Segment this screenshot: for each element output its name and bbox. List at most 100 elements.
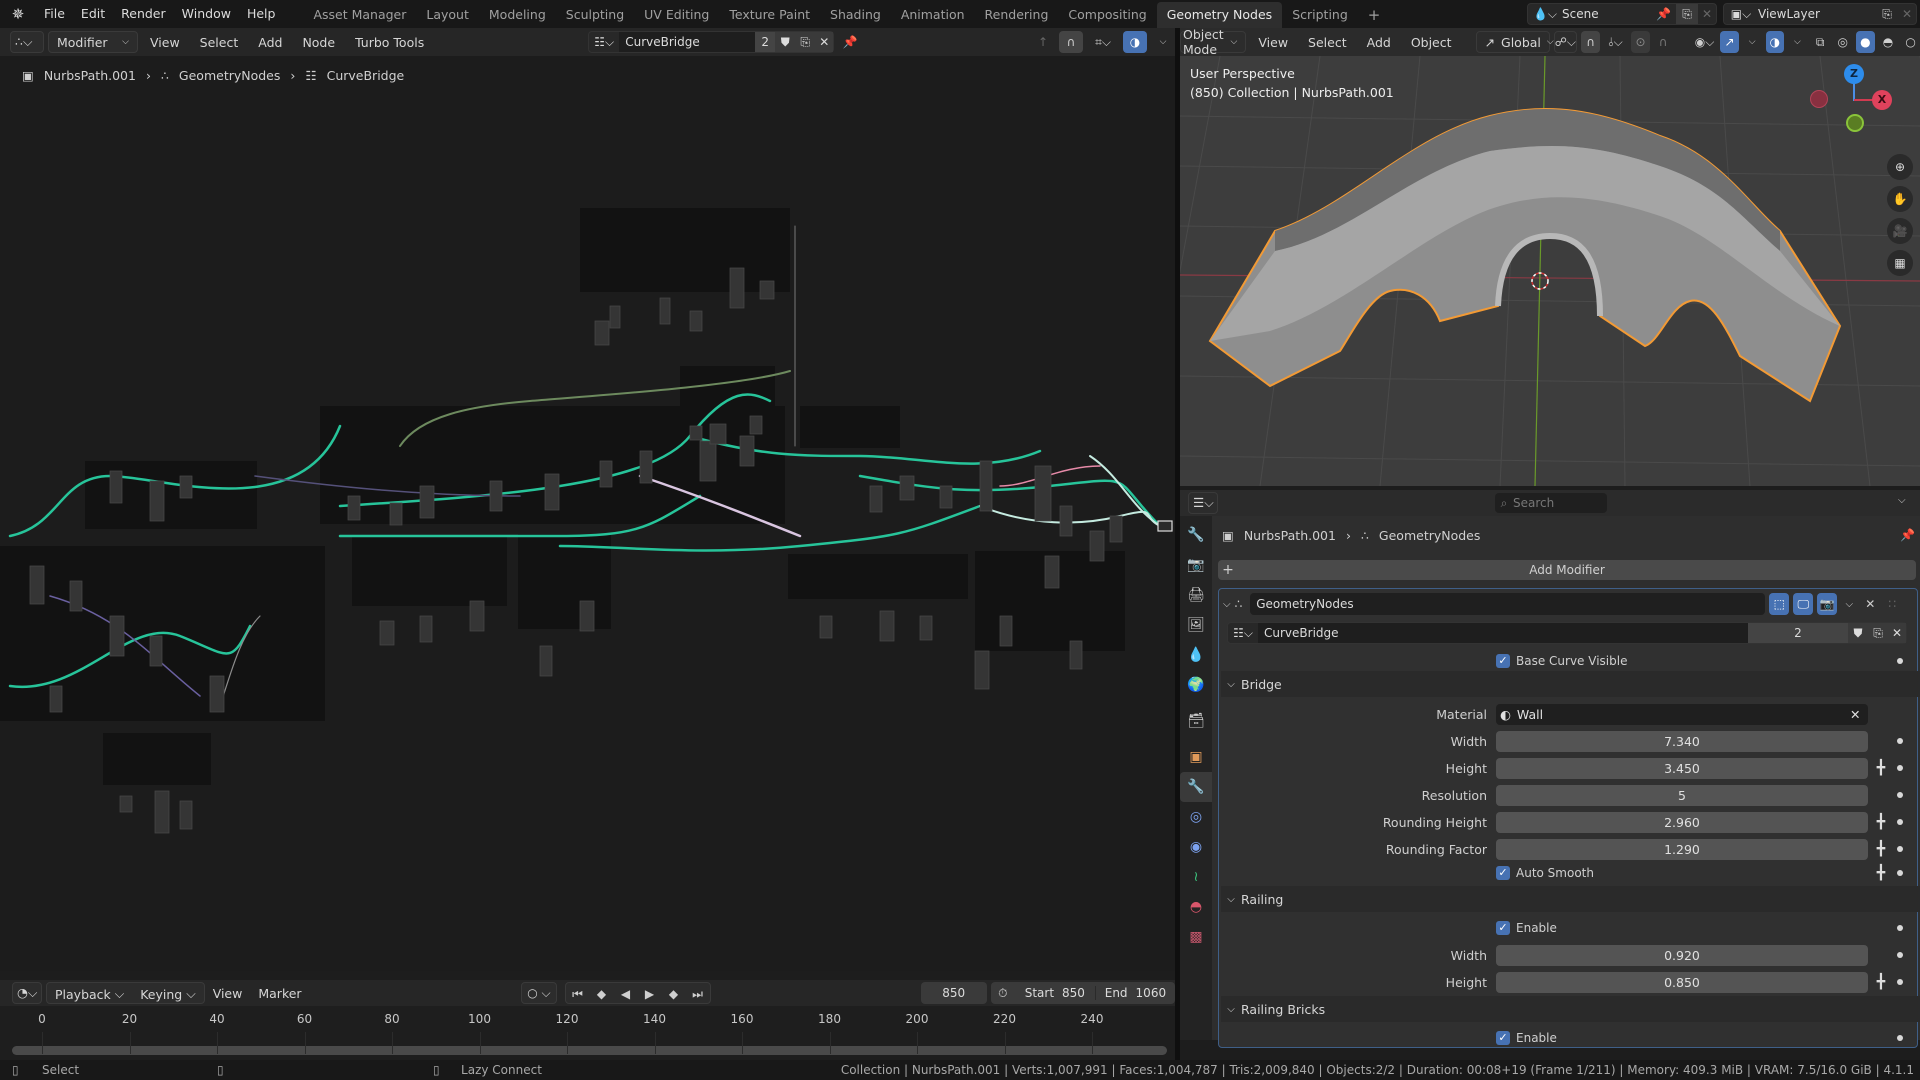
menu-help[interactable]: Help [239,0,284,28]
blender-logo-icon[interactable]: ✵ [0,5,36,23]
gizmo-toggle-icon[interactable]: ↗ [1720,31,1739,53]
gizmo-x-axis[interactable]: X [1872,90,1892,110]
base-curve-visible-checkbox[interactable]: ✓ Base Curve Visible [1496,654,1627,668]
current-frame-field[interactable]: 850 [920,982,987,1004]
menu-view[interactable]: View [142,31,188,53]
timeline-area[interactable]: 0 20 40 60 80 100 120 140 160 180 200 220 240 [0,1006,1175,1060]
add-modifier-button[interactable]: + Add Modifier [1218,560,1916,580]
workspace-tab-compositing[interactable]: Compositing [1058,2,1156,28]
keyframe-dot[interactable] [1897,819,1903,825]
pan-hand-icon[interactable]: ✋ [1887,186,1913,212]
animate-property-icon[interactable]: ╋ [1872,973,1890,991]
workspace-tab-sculpting[interactable]: Sculpting [556,2,634,28]
view-layer-tab-icon[interactable]: 🖼 [1180,610,1212,640]
collapse-chevron-icon[interactable]: ⌵ [1223,599,1231,610]
modifier-tab-icon[interactable]: 🔧 [1180,772,1212,802]
property-value-field[interactable]: 0.850 [1496,971,1868,993]
menu-select[interactable]: Select [192,31,247,53]
properties-search[interactable]: ⌕ Search [1495,493,1607,513]
keyframe-dot[interactable] [1897,658,1903,664]
keyframe-dot[interactable] [1897,925,1903,931]
animate-property-icon[interactable]: ╋ [1872,813,1890,831]
props-breadcrumb-modifier[interactable]: GeometryNodes [1379,528,1480,543]
breadcrumb-node-group[interactable]: CurveBridge [327,68,405,83]
node-frame[interactable] [580,208,790,292]
pivot-point-icon[interactable]: ☍⌵ [1553,31,1578,53]
start-frame-field[interactable]: Start 850 [1015,986,1095,1000]
gizmo-dropdown-icon[interactable]: ⌵ [1743,31,1762,53]
overlays-dropdown-icon[interactable]: ⌵ [1788,31,1807,53]
orthographic-toggle-icon[interactable]: ▦ [1887,250,1913,276]
group-output-node[interactable] [1157,520,1173,532]
clear-material-icon[interactable]: ✕ [1850,707,1868,722]
drag-handle-icon[interactable]: ∷ [1883,593,1901,615]
props-breadcrumb-object[interactable]: NurbsPath.001 [1244,528,1336,543]
unlink-icon[interactable]: ✕ [1888,623,1906,643]
snap-grid-icon[interactable]: ⌗⌵ [1087,31,1119,53]
falloff-icon[interactable]: ∩ [1654,31,1673,53]
menu-turbo-tools[interactable]: Turbo Tools [347,31,432,53]
animate-property-icon[interactable]: ╋ [1872,759,1890,777]
node-tree-icon[interactable]: ☷⌵ [1228,626,1258,641]
pin-icon[interactable]: 📌 [1900,528,1915,542]
property-value-field[interactable]: 1.290 [1496,838,1868,860]
workspace-tab-animation[interactable]: Animation [891,2,975,28]
next-keyframe-icon[interactable]: ◆ [662,983,686,1005]
snap-target-icon[interactable]: ⫰⌵ [1604,31,1627,53]
gizmo-negative-x[interactable] [1810,90,1828,108]
duplicate-icon[interactable]: ⎘ [795,32,816,52]
play-reverse-icon[interactable]: ◀ [614,983,638,1005]
collection-tab-icon[interactable]: 🗃 [1180,706,1212,736]
play-icon[interactable]: ▶ [638,983,662,1005]
shading-rendered-icon[interactable]: ○ [1901,31,1920,53]
view-layer-selector[interactable]: ▣⌵ ViewLayer ⎘ ✕ [1723,3,1917,25]
properties-editor-type[interactable]: ☰⌵ [1188,492,1218,514]
node-group-users[interactable]: 2 [755,32,776,52]
new-view-layer-icon[interactable]: ⎘ [1876,7,1898,22]
auto-smooth-checkbox[interactable]: ✓ Auto Smooth [1496,866,1594,880]
workspace-tab-asset-manager[interactable]: Asset Manager [303,2,416,28]
camera-view-icon[interactable]: 🎥 [1887,218,1913,244]
node-editor-canvas[interactable] [0,56,1175,971]
data-tab-icon[interactable]: ◓ [1180,892,1212,922]
menu-render[interactable]: Render [113,0,174,28]
object-tab-icon[interactable]: ▣ [1180,742,1212,772]
modifier-node-group-users[interactable]: 2 [1748,623,1848,643]
menu-file[interactable]: File [36,0,73,28]
view-layer-name[interactable]: ViewLayer [1758,7,1876,21]
workspace-tab-layout[interactable]: Layout [416,2,479,28]
auto-keying-icon[interactable]: ○ ⌵ [521,982,557,1004]
workspace-tab-uv-editing[interactable]: UV Editing [634,2,719,28]
fake-user-shield-icon[interactable]: ⛊ [775,32,796,52]
viewport-display-toggle-icon[interactable]: 🖵 [1793,593,1814,615]
delete-scene-icon[interactable]: ✕ [1698,7,1716,21]
material-field[interactable]: ◐ Wall ✕ [1496,703,1868,725]
output-tab-icon[interactable]: 🖨 [1180,580,1212,610]
gizmo-z-axis[interactable]: Z [1844,64,1864,84]
particles-tab-icon[interactable]: ◎ [1180,802,1212,832]
property-value-field[interactable]: 0.920 [1496,944,1868,966]
xray-icon[interactable]: ⧉ [1811,31,1830,53]
pin-icon[interactable]: 📌 [1656,7,1676,21]
bridge-mesh[interactable] [1208,108,1842,403]
proportional-edit-icon[interactable]: ⊙ [1631,31,1650,53]
keyframe-dot[interactable] [1897,979,1903,985]
workspace-tab-scripting[interactable]: Scripting [1282,2,1358,28]
keyframe-dot[interactable] [1897,952,1903,958]
node-group-name[interactable]: CurveBridge [619,32,756,52]
shading-material-icon[interactable]: ◓ [1879,31,1898,53]
timeline-scrollbar[interactable] [12,1046,1167,1055]
snap-icon[interactable]: ∩ [1581,31,1600,53]
breadcrumb-modifier[interactable]: GeometryNodes [179,68,280,83]
keyframe-dot[interactable] [1897,870,1903,876]
playback-menu[interactable]: Playback ⌵ [47,983,132,1005]
vp-menu-select[interactable]: Select [1300,31,1355,53]
transform-orientation-selector[interactable]: ↗ Global ⌵ [1475,31,1554,53]
node-frame[interactable] [800,406,900,448]
prev-keyframe-icon[interactable]: ◆ [590,983,614,1005]
vp-menu-view[interactable]: View [1250,31,1296,53]
keying-menu[interactable]: Keying ⌵ [132,983,203,1005]
property-value-field[interactable]: 3.450 [1496,757,1868,779]
node-frame[interactable] [103,733,211,785]
modifier-node-group-name[interactable]: CurveBridge [1258,623,1748,643]
